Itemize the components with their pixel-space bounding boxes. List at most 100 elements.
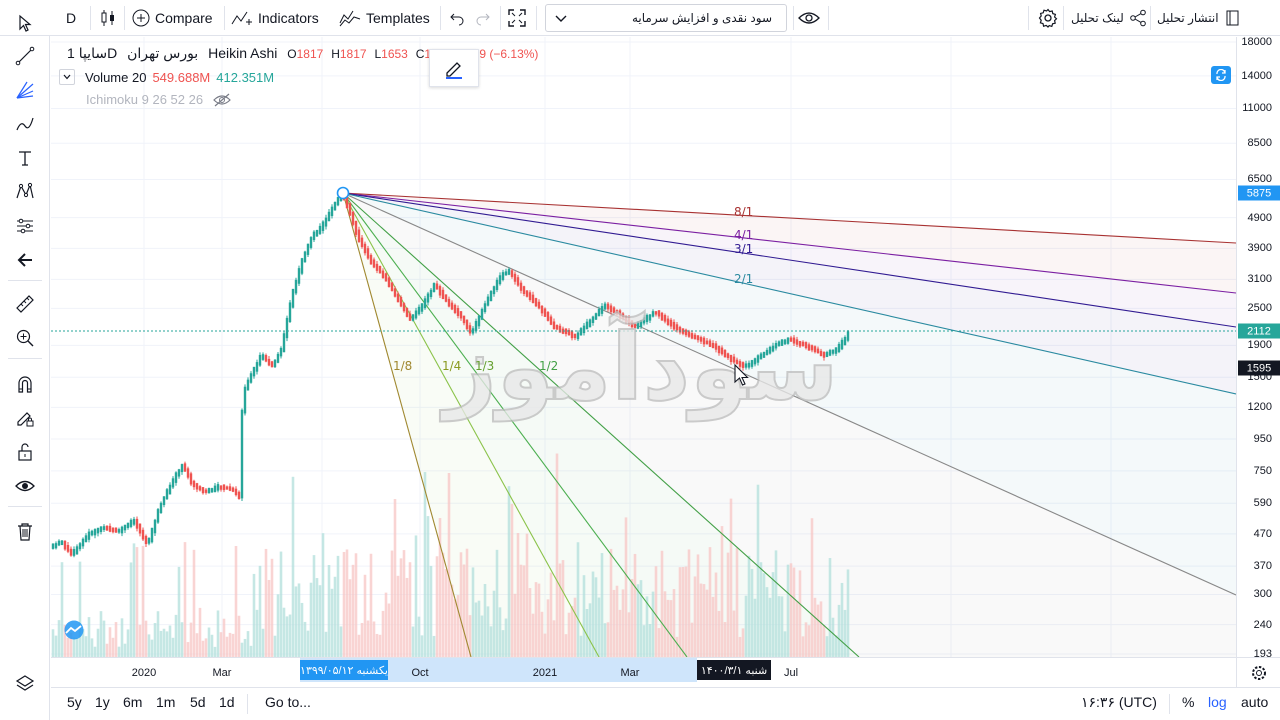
percent-button[interactable]: % bbox=[1182, 694, 1194, 710]
price-label: 300 bbox=[1253, 588, 1272, 601]
hidden-eye-icon[interactable] bbox=[213, 93, 231, 107]
remove-drawings-tool[interactable] bbox=[11, 518, 39, 546]
publish-label: انتشار تحلیل bbox=[1157, 11, 1219, 25]
symbol-name[interactable]: سایپا bbox=[79, 45, 107, 61]
tradingview-logo[interactable] bbox=[61, 620, 87, 640]
axis-settings-button[interactable] bbox=[1236, 657, 1280, 687]
candle-body bbox=[345, 197, 349, 209]
candle-body bbox=[234, 488, 238, 496]
fan-label-1-2: 1/2 bbox=[539, 359, 559, 373]
candle-body bbox=[114, 527, 118, 533]
price-label: 1900 bbox=[1247, 339, 1272, 352]
zoom-tool[interactable] bbox=[11, 324, 39, 352]
candle-body bbox=[174, 472, 178, 483]
candle-body bbox=[411, 314, 415, 321]
candle-body bbox=[192, 480, 196, 488]
gear-icon bbox=[1251, 665, 1266, 680]
templates-button[interactable]: Templates bbox=[339, 4, 430, 32]
symbol-search-label: D bbox=[65, 10, 77, 26]
settings-button[interactable] bbox=[1037, 4, 1059, 32]
volume-bar bbox=[288, 614, 292, 657]
log-button[interactable]: log bbox=[1208, 694, 1227, 710]
gann-fan-tool[interactable] bbox=[11, 76, 39, 104]
fullscreen-button[interactable] bbox=[507, 4, 527, 32]
volume-bar bbox=[702, 584, 706, 657]
compare-button[interactable]: Compare bbox=[132, 4, 213, 32]
volume-bar bbox=[540, 611, 544, 657]
volume-bar bbox=[840, 582, 844, 657]
candle-body bbox=[333, 201, 337, 211]
measure-tool[interactable] bbox=[11, 290, 39, 318]
sync-button[interactable] bbox=[1211, 66, 1231, 84]
share-link-button[interactable]: لینک تحلیل bbox=[1071, 4, 1147, 32]
price-axis[interactable]: 18000 14000 11000 8500 6500 4900 3900 3100 2500 1… bbox=[1236, 36, 1280, 660]
range-6m-button[interactable]: 6m bbox=[123, 694, 142, 710]
candle-body bbox=[204, 489, 208, 493]
range-1d-button[interactable]: 1d bbox=[219, 694, 235, 710]
volume-bar bbox=[693, 576, 697, 657]
brush-tool[interactable] bbox=[11, 110, 39, 138]
volume-bar bbox=[474, 602, 478, 657]
undo-button[interactable] bbox=[448, 4, 466, 32]
templates-label: Templates bbox=[366, 10, 430, 26]
text-tool[interactable] bbox=[11, 144, 39, 172]
chart-pane[interactable]: سودآموز سایپا 1D بورس تهران Heikin Ashi … bbox=[51, 37, 1236, 657]
volume-bar bbox=[72, 637, 76, 657]
magnet-tool[interactable] bbox=[11, 370, 39, 398]
candle-body bbox=[486, 296, 490, 306]
hide-drawings-button[interactable] bbox=[797, 4, 821, 32]
volume-bar bbox=[615, 585, 619, 657]
candle-body bbox=[846, 331, 850, 341]
trend-line-tool[interactable] bbox=[11, 42, 39, 70]
redo-icon bbox=[476, 13, 490, 26]
range-5d-button[interactable]: 5d bbox=[190, 694, 206, 710]
pattern-tool[interactable] bbox=[11, 178, 39, 206]
candle-body bbox=[402, 303, 406, 312]
chart-style-button[interactable] bbox=[96, 4, 120, 32]
show-objects-tool[interactable] bbox=[11, 472, 39, 500]
volume-bar bbox=[264, 548, 268, 657]
chart-canvas[interactable]: سودآموز bbox=[51, 37, 1236, 657]
timezone-button[interactable]: ۱۶:۳۶ (UTC) bbox=[1081, 694, 1157, 711]
candle-body bbox=[435, 283, 439, 290]
range-5y-button[interactable]: 5y bbox=[67, 694, 82, 710]
time-axis[interactable]: 2020 Mar Oct 2021 Mar Jul یکشنبه ۱۳۹۹/۰۵… bbox=[51, 657, 1236, 687]
candle-body bbox=[177, 469, 181, 477]
lock-drawings-tool[interactable] bbox=[11, 438, 39, 466]
candle-body bbox=[525, 290, 529, 297]
volume-bar bbox=[726, 552, 730, 657]
back-arrow-tool[interactable] bbox=[11, 246, 39, 274]
auto-button[interactable]: auto bbox=[1241, 694, 1268, 710]
candle-body bbox=[414, 310, 418, 319]
price-label: 3100 bbox=[1247, 273, 1272, 286]
stay-in-drawing-tool[interactable] bbox=[11, 404, 39, 432]
indicators-button[interactable]: Indicators bbox=[231, 4, 319, 32]
top-toolbar: D Compare Indicators Templates سود نقدی … bbox=[0, 0, 1280, 36]
object-tree-tool[interactable] bbox=[11, 670, 39, 698]
symbol-search-button[interactable]: D bbox=[60, 4, 82, 32]
volume-bar bbox=[348, 579, 352, 657]
candle-body bbox=[75, 546, 79, 555]
goto-button[interactable]: Go to... bbox=[265, 694, 311, 710]
layout-select[interactable]: سود نقدی و افزایش سرمایه bbox=[545, 4, 787, 32]
candle-body bbox=[408, 313, 412, 321]
volume-label: Volume 20 bbox=[85, 69, 147, 85]
redo-button[interactable] bbox=[474, 4, 492, 32]
candle-body bbox=[492, 286, 496, 295]
range-start-badge: یکشنبه ۱۳۹۹/۰۵/۱۲ bbox=[300, 660, 388, 680]
floating-drawing-toolbar[interactable] bbox=[429, 49, 479, 87]
prediction-tool[interactable] bbox=[11, 212, 39, 240]
volume-bar bbox=[750, 568, 754, 657]
publish-button[interactable]: انتشار تحلیل bbox=[1157, 4, 1242, 32]
candle-body bbox=[309, 237, 313, 248]
collapse-button[interactable] bbox=[59, 69, 75, 85]
candle-body bbox=[360, 237, 364, 248]
volume-bar bbox=[249, 645, 253, 657]
candle-body bbox=[321, 221, 325, 231]
volume-bar bbox=[477, 600, 481, 657]
price-label: 750 bbox=[1253, 464, 1272, 477]
volume-bar bbox=[663, 591, 667, 657]
cursor-tool[interactable] bbox=[11, 9, 39, 37]
range-1y-button[interactable]: 1y bbox=[95, 694, 110, 710]
range-1m-button[interactable]: 1m bbox=[156, 694, 175, 710]
